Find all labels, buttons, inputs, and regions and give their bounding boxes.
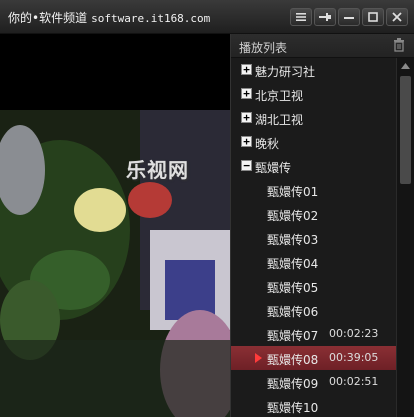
- expand-icon[interactable]: +: [241, 136, 252, 147]
- group-label: 甄嬛传: [255, 161, 292, 175]
- episode-duration: 00:02:23: [329, 327, 379, 340]
- maximize-icon: [368, 12, 378, 22]
- episode-label: 甄嬛传05: [267, 281, 319, 295]
- episode-label: 甄嬛传09: [267, 377, 319, 391]
- group-label: 湖北卫视: [255, 113, 304, 127]
- pin-button[interactable]: [314, 8, 336, 26]
- collapse-icon[interactable]: −: [241, 160, 252, 171]
- episode-row[interactable]: 甄嬛传03: [231, 226, 397, 250]
- group-label: 魅力研习社: [255, 65, 316, 79]
- pin-icon: [319, 13, 331, 21]
- minimize-icon: [344, 17, 354, 19]
- playlist-list: + 魅力研习社 + 北京卫视 + 湖北卫视 + 晚秋 − 甄嬛传 甄嬛传01 甄嬛传02 …: [231, 58, 397, 417]
- window-controls: [290, 8, 408, 26]
- playing-icon: [255, 353, 262, 363]
- title-bar: 你的•软件频道 software.it168.com: [0, 0, 414, 34]
- playlist-title: 播放列表: [239, 41, 288, 55]
- playlist-group-row[interactable]: + 魅力研习社: [231, 58, 397, 82]
- video-area[interactable]: 乐视网: [0, 34, 230, 417]
- episode-row[interactable]: 甄嬛传06: [231, 298, 397, 322]
- window-title-text: 你的•软件频道: [8, 11, 88, 25]
- episode-duration: 00:02:51: [329, 375, 379, 388]
- episode-label: 甄嬛传02: [267, 209, 319, 223]
- playlist-header: 播放列表: [231, 34, 414, 58]
- video-watermark: 乐视网: [126, 158, 189, 182]
- window-title: 你的•软件频道 software.it168.com: [8, 9, 210, 26]
- playlist-group-row[interactable]: + 晚秋: [231, 130, 397, 154]
- episode-row[interactable]: 甄嬛传05: [231, 274, 397, 298]
- episode-row[interactable]: 甄嬛传10: [231, 394, 397, 417]
- episode-row[interactable]: 甄嬛传04: [231, 250, 397, 274]
- group-label: 晚秋: [255, 137, 280, 151]
- expand-icon[interactable]: +: [241, 112, 252, 123]
- episode-label: 甄嬛传06: [267, 305, 319, 319]
- episode-row[interactable]: 甄嬛传09 00:02:51: [231, 370, 397, 394]
- trash-icon[interactable]: [393, 38, 405, 52]
- playlist-scrollbar[interactable]: [396, 58, 414, 417]
- playlist-panel: 播放列表 + 魅力研习社 + 北京卫视 + 湖北卫视 + 晚秋 − 甄嬛传 甄嬛传01 甄…: [230, 34, 414, 417]
- episode-label: 甄嬛传08: [267, 353, 319, 367]
- close-icon: [392, 12, 402, 22]
- episode-row-playing[interactable]: 甄嬛传08 00:39:05: [231, 346, 397, 370]
- episode-duration: 00:39:05: [329, 351, 379, 364]
- maximize-button[interactable]: [362, 8, 384, 26]
- episode-label: 甄嬛传04: [267, 257, 319, 271]
- episode-label: 甄嬛传03: [267, 233, 319, 247]
- episode-row[interactable]: 甄嬛传01: [231, 178, 397, 202]
- episode-label: 甄嬛传01: [267, 185, 319, 199]
- scrollbar-thumb[interactable]: [400, 76, 411, 184]
- episode-row[interactable]: 甄嬛传02: [231, 202, 397, 226]
- close-button[interactable]: [386, 8, 408, 26]
- menu-button[interactable]: [290, 8, 312, 26]
- playlist-group-row[interactable]: − 甄嬛传: [231, 154, 397, 178]
- episode-row[interactable]: 甄嬛传07 00:02:23: [231, 322, 397, 346]
- window-title-site: software.it168.com: [91, 12, 211, 25]
- episode-label: 甄嬛传07: [267, 329, 319, 343]
- playlist-group-row[interactable]: + 北京卫视: [231, 82, 397, 106]
- expand-icon[interactable]: +: [241, 64, 252, 75]
- menu-icon: [296, 13, 306, 21]
- episode-label: 甄嬛传10: [267, 401, 319, 415]
- expand-icon[interactable]: +: [241, 88, 252, 99]
- scroll-up-icon[interactable]: [399, 60, 412, 72]
- video-frame: [0, 110, 230, 417]
- minimize-button[interactable]: [338, 8, 360, 26]
- playlist-group-row[interactable]: + 湖北卫视: [231, 106, 397, 130]
- group-label: 北京卫视: [255, 89, 304, 103]
